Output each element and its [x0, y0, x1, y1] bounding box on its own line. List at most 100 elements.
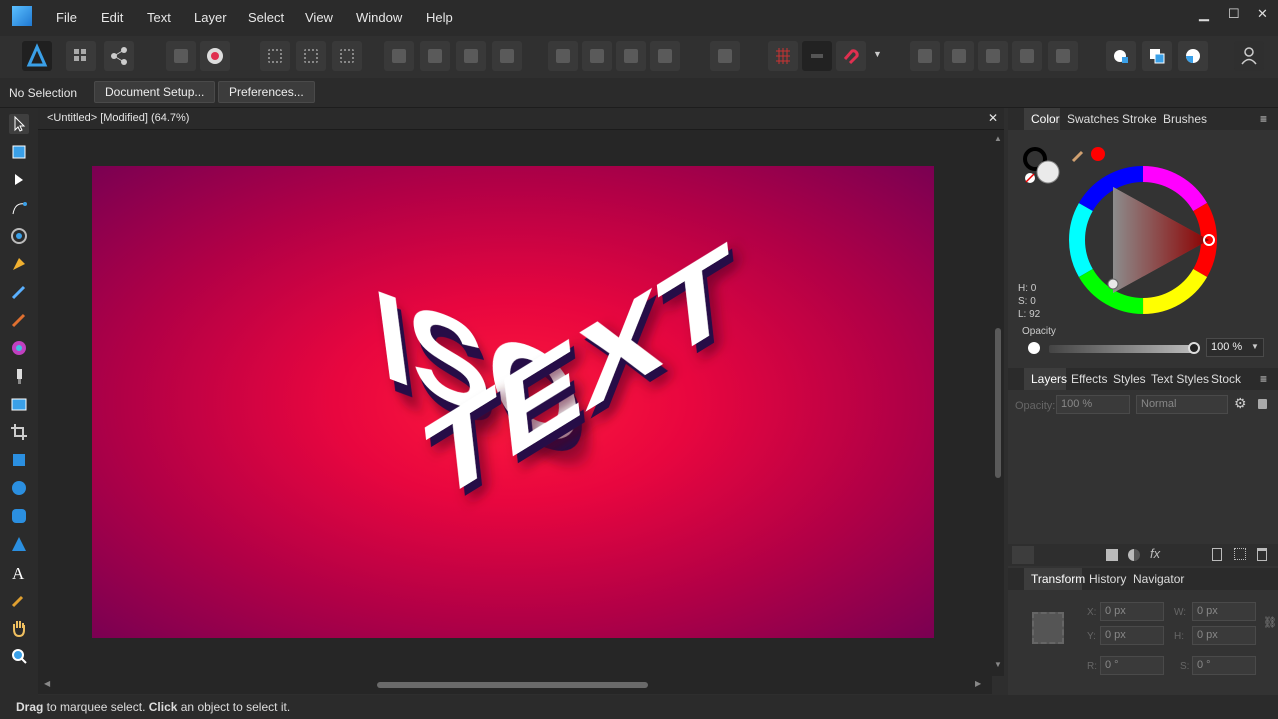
menu-select[interactable]: Select — [248, 10, 284, 25]
scroll-left-icon[interactable]: ◀ — [44, 679, 50, 688]
crop-tool-icon[interactable] — [9, 422, 29, 442]
app-logo-icon[interactable] — [12, 6, 32, 26]
subtract-boolean-button[interactable] — [944, 41, 974, 71]
artistic-text-tool-icon[interactable]: A — [9, 562, 29, 583]
fill-tool-icon[interactable] — [9, 338, 29, 358]
mask-icon[interactable] — [1106, 549, 1118, 561]
opacity-slider[interactable] — [1049, 345, 1194, 353]
pen-tool-icon[interactable] — [9, 254, 29, 274]
rotate-right-button[interactable] — [650, 41, 680, 71]
vertical-scrollbar[interactable]: ▲ ▼ — [992, 130, 1004, 676]
flip-h-button[interactable] — [548, 41, 578, 71]
select-all-button[interactable] — [260, 41, 290, 71]
panel-menu-icon[interactable]: ≡ — [1260, 112, 1267, 126]
eyedropper-icon[interactable] — [1070, 146, 1088, 164]
menu-help[interactable]: Help — [426, 10, 453, 25]
minimize-icon[interactable]: ▁ — [1199, 6, 1209, 22]
panel-menu-icon[interactable]: ≡ — [1260, 372, 1267, 386]
snap-to-grid-button[interactable] — [802, 41, 832, 71]
tab-styles[interactable]: Styles — [1113, 372, 1146, 386]
point-transform-tool-icon[interactable] — [9, 226, 29, 246]
color-wheel[interactable] — [1068, 165, 1218, 315]
pixel-persona-button[interactable] — [66, 41, 96, 71]
move-back-button[interactable] — [384, 41, 414, 71]
lock-ratio-icon[interactable]: ⛓ — [1263, 616, 1277, 629]
tab-stroke[interactable]: Stroke — [1122, 112, 1157, 126]
share-button[interactable] — [104, 41, 134, 71]
preferences-button[interactable]: Preferences... — [218, 81, 315, 103]
scroll-right-icon[interactable]: ▶ — [975, 679, 981, 688]
tab-effects[interactable]: Effects — [1071, 372, 1107, 386]
rotate-left-button[interactable] — [616, 41, 646, 71]
add-boolean-button[interactable] — [910, 41, 940, 71]
isolate-button[interactable] — [200, 41, 230, 71]
flip-v-button[interactable] — [582, 41, 612, 71]
corner-tool-icon[interactable] — [9, 198, 29, 218]
fx-icon[interactable]: fx — [1150, 546, 1160, 561]
snapping-button[interactable] — [166, 41, 196, 71]
y-field[interactable]: 0 px — [1100, 626, 1164, 645]
adjustment-icon[interactable] — [1128, 549, 1140, 561]
node-tool-icon[interactable] — [9, 170, 29, 190]
menu-file[interactable]: File — [56, 10, 77, 25]
snapping-magnet-button[interactable] — [836, 41, 866, 71]
triangle-tool-icon[interactable] — [9, 534, 29, 554]
x-field[interactable]: 0 px — [1100, 602, 1164, 621]
rounded-rectangle-tool-icon[interactable] — [9, 506, 29, 526]
menu-view[interactable]: View — [305, 10, 333, 25]
layer-opacity-field[interactable]: 100 % — [1056, 395, 1130, 414]
divide-boolean-button[interactable] — [1048, 41, 1078, 71]
tab-transform[interactable]: Transform — [1031, 572, 1085, 586]
shear-field[interactable]: 0 ° — [1192, 656, 1256, 675]
menu-edit[interactable]: Edit — [101, 10, 123, 25]
insert-inside-button[interactable] — [1178, 41, 1208, 71]
menu-layer[interactable]: Layer — [194, 10, 227, 25]
blend-mode-select[interactable]: Normal — [1136, 395, 1228, 414]
vertical-scroll-thumb[interactable] — [995, 328, 1001, 478]
designer-persona-button[interactable] — [22, 41, 52, 71]
document-close-icon[interactable]: ✕ — [988, 111, 998, 125]
zoom-tool-icon[interactable] — [9, 646, 29, 666]
magnet-dropdown-icon[interactable]: ▼ — [873, 49, 882, 59]
grid-toggle-button[interactable] — [768, 41, 798, 71]
select-next-button[interactable] — [296, 41, 326, 71]
fill-stroke-swatch-icon[interactable] — [1022, 146, 1062, 186]
anchor-point-selector[interactable] — [1032, 612, 1064, 644]
insert-behind-button[interactable] — [1106, 41, 1136, 71]
rotation-field[interactable]: 0 ° — [1100, 656, 1164, 675]
intersect-boolean-button[interactable] — [978, 41, 1008, 71]
layer-settings-gear-icon[interactable]: ⚙ — [1234, 395, 1247, 412]
menu-window[interactable]: Window — [356, 10, 402, 25]
scroll-down-icon[interactable]: ▼ — [994, 660, 1002, 669]
add-pixel-layer-icon[interactable] — [1234, 548, 1246, 560]
rectangle-tool-icon[interactable] — [9, 450, 29, 470]
tab-history[interactable]: History — [1089, 572, 1126, 586]
move-forward-button[interactable] — [456, 41, 486, 71]
align-button[interactable] — [710, 41, 740, 71]
xor-boolean-button[interactable] — [1012, 41, 1042, 71]
delete-layer-icon[interactable] — [1257, 548, 1267, 561]
pencil-tool-icon[interactable] — [9, 282, 29, 302]
select-prev-button[interactable] — [332, 41, 362, 71]
tab-navigator[interactable]: Navigator — [1133, 572, 1184, 586]
menu-text[interactable]: Text — [147, 10, 171, 25]
opacity-dropdown-icon[interactable]: ▼ — [1251, 342, 1259, 351]
add-layer-icon[interactable] — [1212, 548, 1222, 561]
opacity-slider-handle[interactable] — [1188, 342, 1200, 354]
maximize-icon[interactable]: ☐ — [1228, 6, 1240, 22]
close-icon[interactable]: ✕ — [1257, 6, 1268, 22]
tab-swatches[interactable]: Swatches — [1067, 112, 1119, 126]
account-button[interactable] — [1234, 41, 1264, 71]
move-backward-button[interactable] — [420, 41, 450, 71]
w-field[interactable]: 0 px — [1192, 602, 1256, 621]
scroll-up-icon[interactable]: ▲ — [994, 134, 1002, 143]
horizontal-scrollbar[interactable]: ◀ ▶ — [38, 676, 992, 694]
tab-brushes[interactable]: Brushes — [1163, 112, 1207, 126]
move-front-button[interactable] — [492, 41, 522, 71]
document-setup-button[interactable]: Document Setup... — [94, 81, 216, 103]
tab-text-styles[interactable]: Text Styles — [1151, 372, 1209, 386]
tab-color[interactable]: Color — [1031, 112, 1060, 126]
ellipse-tool-icon[interactable] — [9, 478, 29, 498]
h-field[interactable]: 0 px — [1192, 626, 1256, 645]
move-tool-icon[interactable] — [9, 114, 29, 134]
